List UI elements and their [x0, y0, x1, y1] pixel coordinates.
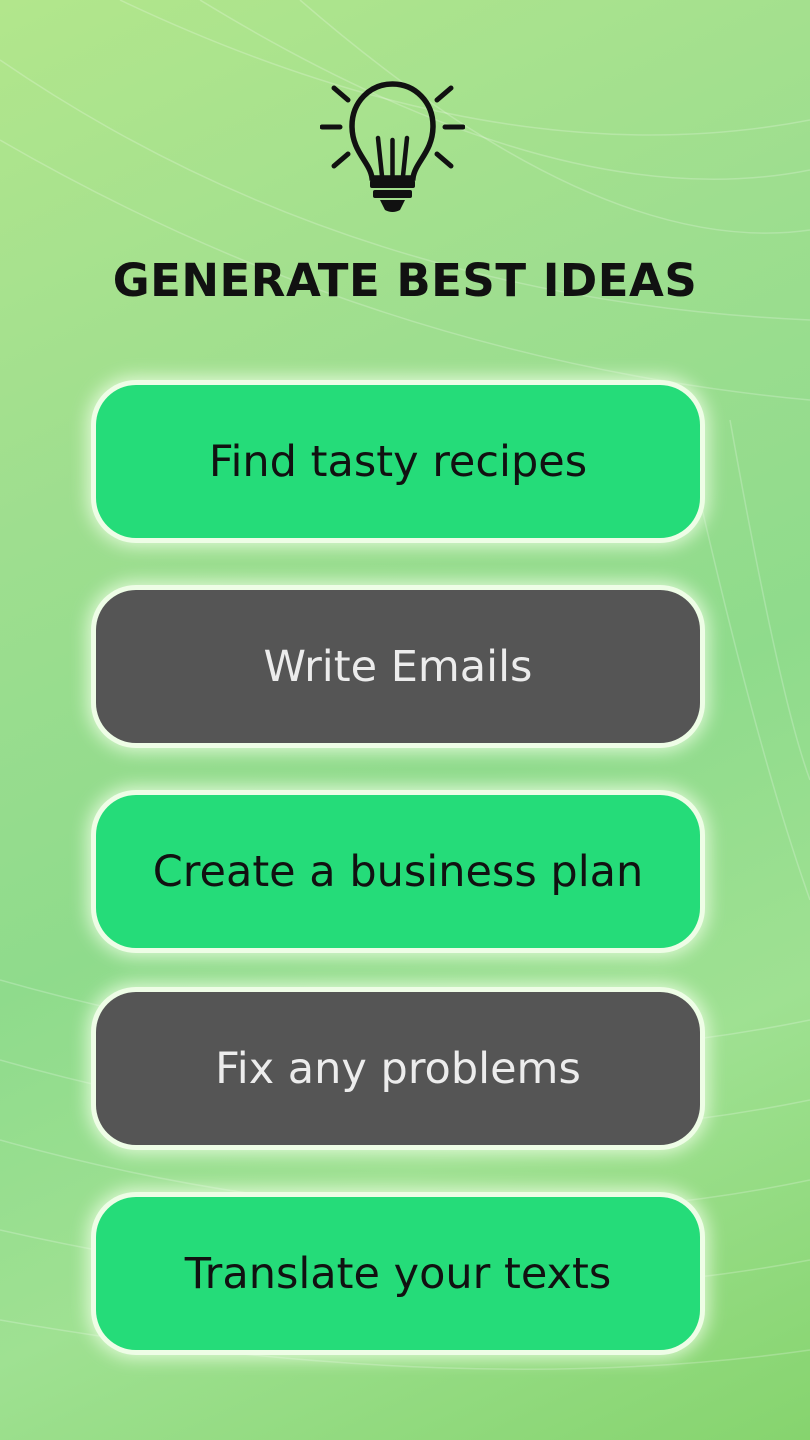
option-find-recipes-button[interactable]: Find tasty recipes [96, 385, 700, 538]
lightbulb-icon [319, 80, 466, 215]
option-write-emails-button[interactable]: Write Emails [96, 590, 700, 743]
option-fix-problems-button[interactable]: Fix any problems [96, 992, 700, 1145]
option-label: Find tasty recipes [208, 436, 588, 487]
page-title: GENERATE BEST IDEAS [112, 254, 698, 307]
option-label: Create a business plan [152, 846, 644, 897]
option-label: Translate your texts [184, 1248, 612, 1299]
option-label: Write Emails [263, 641, 533, 692]
option-label: Fix any problems [215, 1043, 581, 1094]
option-business-plan-button[interactable]: Create a business plan [96, 795, 700, 948]
option-translate-texts-button[interactable]: Translate your texts [96, 1197, 700, 1350]
